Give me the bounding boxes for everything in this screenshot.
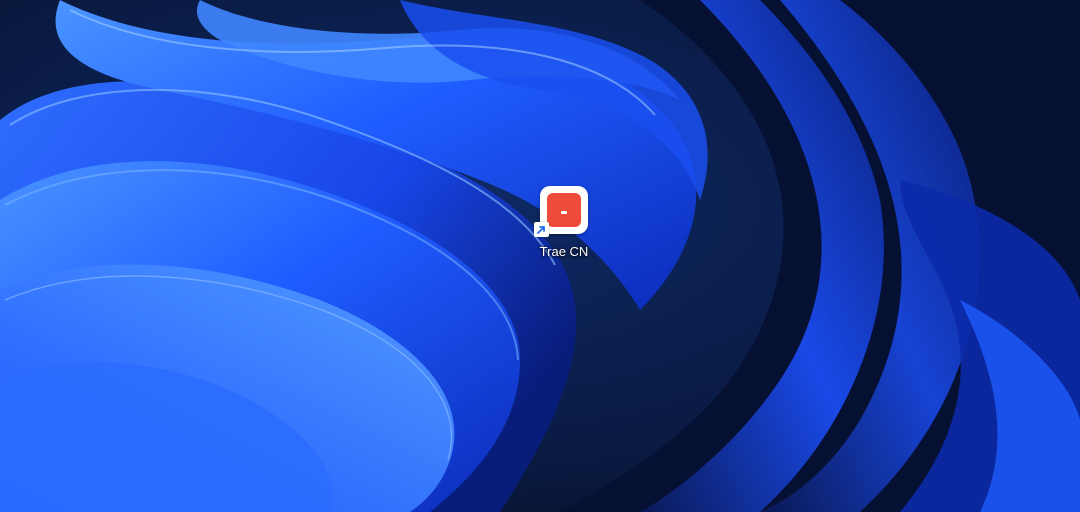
trae-app-icon-inner <box>547 193 581 227</box>
shortcut-label[interactable]: Trae CN <box>524 244 604 260</box>
trae-app-icon-mark <box>561 211 567 214</box>
shortcut-arrow-icon <box>534 222 549 237</box>
desktop-shortcut-trae-cn[interactable]: Trae CN <box>524 184 604 264</box>
desktop[interactable]: Trae CN <box>0 0 1080 512</box>
